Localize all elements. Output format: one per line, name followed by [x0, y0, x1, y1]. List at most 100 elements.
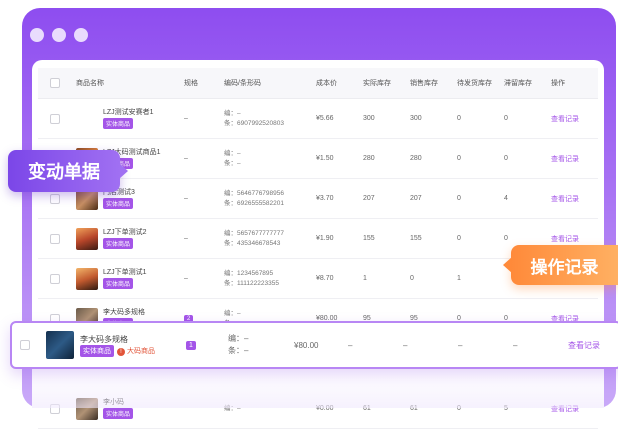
- cost-cell: ¥3.70: [316, 195, 334, 202]
- barcode-value: 条：–: [228, 346, 249, 355]
- actual-stock-cell: 1: [363, 275, 367, 282]
- view-record-link[interactable]: 查看记录: [547, 234, 592, 244]
- code-value: 编：5646776798956: [224, 189, 284, 197]
- spec-cell: –: [184, 155, 188, 162]
- pending-stock-cell: 0: [457, 155, 461, 162]
- spec-cell: –: [184, 275, 188, 282]
- cost-cell: ¥1.90: [316, 235, 334, 242]
- actual-stock-cell: 280: [363, 155, 375, 162]
- spec-cell: –: [184, 195, 188, 202]
- table-row: LZJ测试安赛者1 实体商品 – 编：– 条：6907992520803 ¥5.66…: [38, 99, 598, 139]
- row-checkbox[interactable]: [50, 193, 60, 204]
- product-thumbnail: [76, 267, 98, 290]
- sale-stock-cell: 207: [410, 195, 422, 202]
- pending-stock-cell: 0: [457, 235, 461, 242]
- product-type-badge: 实体商品: [103, 118, 134, 129]
- actual-stock-cell: 61: [363, 405, 371, 412]
- table-header: 商品名称 规格 编码/条形码 成本价 实际库存 销售库存 待发货库存 滞留库存 …: [38, 68, 598, 99]
- select-all-checkbox[interactable]: [50, 78, 60, 88]
- product-thumbnail: [76, 108, 98, 130]
- code-value: 编：–: [228, 334, 249, 343]
- col-header-actual: 实际库存: [363, 80, 391, 87]
- sale-stock-cell: 0: [410, 275, 414, 282]
- view-record-link[interactable]: 查看记录: [547, 114, 592, 124]
- actual-stock-cell: 300: [363, 115, 375, 122]
- product-name: 李大码多规格: [80, 334, 128, 344]
- product-type-badge: 实体商品: [103, 408, 134, 419]
- barcode-value: 条：6926555582201: [224, 199, 284, 207]
- spec-cell: –: [184, 115, 188, 122]
- window-dot-1-icon[interactable]: [30, 28, 44, 42]
- code-value: 编：–: [224, 404, 241, 412]
- warning-icon: !: [117, 347, 125, 356]
- cost-cell: ¥0.00: [316, 405, 334, 412]
- cost-cell: ¥1.50: [316, 155, 334, 162]
- cost-cell: ¥8.70: [316, 275, 334, 282]
- product-type-badge: 实体商品: [103, 238, 134, 249]
- sale-stock-cell: 280: [410, 155, 422, 162]
- code-value: 编：1234567895: [224, 269, 274, 277]
- stuck-stock-cell: 0: [504, 155, 508, 162]
- row-checkbox[interactable]: [20, 340, 30, 350]
- window-dot-2-icon[interactable]: [52, 28, 66, 42]
- pending-stock-cell: –: [458, 340, 463, 350]
- row-checkbox[interactable]: [50, 233, 60, 244]
- row-checkbox[interactable]: [50, 403, 60, 414]
- product-type-badge: 实体商品: [103, 278, 134, 289]
- stuck-stock-cell: 5: [504, 405, 508, 412]
- view-record-link[interactable]: 查看记录: [568, 340, 600, 351]
- code-value: 编：–: [224, 309, 241, 317]
- sale-stock-cell: 155: [410, 235, 422, 242]
- view-record-link[interactable]: 查看记录: [547, 154, 592, 164]
- product-thumbnail: [76, 397, 98, 420]
- product-name: 李大码多规格: [103, 309, 145, 316]
- product-type-badge: 实体商品: [103, 198, 134, 209]
- window-dot-3-icon[interactable]: [74, 28, 88, 42]
- row-checkbox[interactable]: [50, 113, 60, 124]
- col-header-pending: 待发货库存: [457, 80, 492, 87]
- col-header-code: 编码/条形码: [224, 80, 261, 87]
- view-record-link[interactable]: 查看记录: [547, 194, 592, 204]
- window-controls: [30, 28, 88, 42]
- cost-cell: ¥80.00: [294, 340, 319, 350]
- cost-cell: ¥5.66: [316, 115, 334, 122]
- stuck-stock-cell: 0: [504, 115, 508, 122]
- sale-stock-cell: 300: [410, 115, 422, 122]
- sale-stock-cell: 61: [410, 405, 418, 412]
- barcode-value: 条：6907992520803: [224, 119, 284, 127]
- col-header-op: 操作: [551, 80, 565, 87]
- barcode-value: 条：–: [224, 159, 241, 167]
- actual-stock-cell: 155: [363, 235, 375, 242]
- col-header-stuck: 滞留库存: [504, 80, 532, 87]
- barcode-value: 条：111122223355: [224, 279, 279, 287]
- view-record-link[interactable]: 查看记录: [547, 404, 592, 414]
- product-name: LZJ下单测试2: [103, 229, 147, 236]
- code-value: 编：5657677777777: [224, 229, 284, 237]
- col-header-spec: 规格: [184, 80, 198, 87]
- pending-stock-cell: 0: [457, 195, 461, 202]
- actual-stock-cell: 207: [363, 195, 375, 202]
- product-name: LZJ测试安赛者1: [103, 109, 154, 116]
- highlighted-row: 李大码多规格 实体商品! 大码商品 1 编：– 条：– ¥80.00 – – – –…: [10, 321, 618, 369]
- spec-cell: –: [184, 235, 188, 242]
- stuck-stock-cell: –: [513, 340, 518, 350]
- table-row: 门店测试3 实体商品 – 编：5646776798956 条：69265555822…: [38, 179, 598, 219]
- stuck-stock-cell: 0: [504, 235, 508, 242]
- col-header-name: 商品名称: [76, 80, 104, 87]
- product-name: 李小码: [103, 399, 124, 406]
- product-name: LZJ下单测试1: [103, 269, 147, 276]
- product-type-badge: 实体商品: [80, 344, 114, 357]
- row-checkbox[interactable]: [50, 273, 60, 284]
- col-header-cost: 成本价: [316, 80, 337, 87]
- pending-stock-cell: 1: [457, 275, 461, 282]
- code-value: 编：–: [224, 149, 241, 157]
- col-header-sale: 销售库存: [410, 80, 438, 87]
- actual-stock-cell: –: [348, 340, 353, 350]
- table-row: 李小码 实体商品 编：– ¥0.00 61 61 0 5 查看记录: [38, 389, 598, 429]
- spec-count-badge[interactable]: 1: [186, 341, 196, 350]
- product-thumbnail: [46, 331, 74, 359]
- operation-records-callout[interactable]: 操作记录: [503, 245, 618, 285]
- change-documents-callout[interactable]: 变动单据: [8, 150, 128, 192]
- barcode-value: 条：435346678543: [224, 239, 281, 247]
- sale-stock-cell: –: [403, 340, 408, 350]
